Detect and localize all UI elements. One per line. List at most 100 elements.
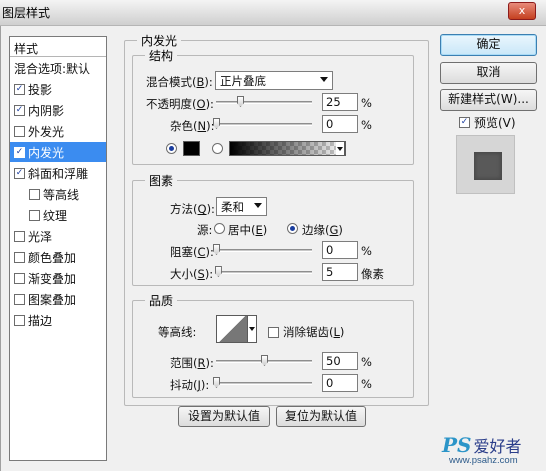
noise-label: 杂色(N):: [170, 119, 215, 133]
contour-dropdown-icon[interactable]: [248, 315, 257, 343]
choke-input[interactable]: 0: [322, 241, 358, 259]
opacity-input[interactable]: 25: [322, 93, 358, 111]
style-item-checkbox[interactable]: [14, 125, 25, 137]
preview-thumbnail: [474, 152, 502, 180]
style-item-label: 外发光: [28, 124, 65, 139]
watermark-url: www.psahz.com: [449, 455, 518, 466]
style-item[interactable]: 图案叠加: [10, 289, 106, 309]
style-item-label: 纹理: [43, 208, 68, 223]
chevron-down-icon: [320, 77, 328, 82]
method-label: 方法(Q):: [170, 202, 215, 216]
jitter-percent: %: [361, 377, 372, 391]
style-item-checkbox[interactable]: [14, 230, 25, 242]
style-item-checkbox[interactable]: ✓: [14, 167, 25, 179]
size-slider[interactable]: [216, 271, 312, 274]
source-center-radio[interactable]: [214, 223, 225, 234]
style-item-checkbox[interactable]: [29, 209, 40, 221]
cancel-button[interactable]: 取消: [440, 62, 537, 84]
source-label: 源:: [197, 223, 213, 237]
style-item[interactable]: 等高线: [10, 184, 106, 204]
styles-header[interactable]: 样式: [10, 37, 106, 57]
style-item-label: 描边: [28, 313, 53, 328]
range-percent: %: [361, 355, 372, 369]
style-item-label: 等高线: [43, 187, 80, 202]
noise-input[interactable]: 0: [322, 115, 358, 133]
opacity-label: 不透明度(O):: [146, 97, 214, 111]
style-item[interactable]: 描边: [10, 310, 106, 330]
gradient-picker[interactable]: [229, 141, 346, 156]
elements-title: 图素: [145, 172, 178, 189]
watermark-cn: 爱好者: [473, 437, 522, 456]
structure-title: 结构: [145, 47, 178, 64]
preview-option[interactable]: ✓ 预览(V): [459, 114, 516, 131]
set-default-button[interactable]: 设置为默认值: [178, 406, 270, 427]
new-style-button[interactable]: 新建样式(W)...: [440, 89, 537, 111]
style-item-label: 光泽: [28, 229, 53, 244]
style-item[interactable]: 颜色叠加: [10, 247, 106, 267]
style-item-checkbox[interactable]: ✓: [14, 146, 25, 158]
style-item-label: 斜面和浮雕: [28, 166, 89, 181]
opacity-slider[interactable]: [216, 101, 312, 104]
style-item[interactable]: ✓ 斜面和浮雕: [10, 163, 106, 183]
jitter-slider[interactable]: [216, 382, 312, 385]
style-item-checkbox[interactable]: [14, 314, 25, 326]
close-button[interactable]: x: [508, 2, 536, 20]
style-item[interactable]: ✓ 内阴影: [10, 100, 106, 120]
source-edge-label[interactable]: 边缘(G): [302, 222, 343, 238]
size-input[interactable]: 5: [322, 263, 358, 281]
style-item[interactable]: ✓ 内发光: [10, 142, 106, 162]
size-unit: 像素: [361, 267, 384, 281]
preview-label: 预览(V): [474, 116, 516, 130]
method-select[interactable]: 柔和: [216, 197, 267, 216]
choke-slider[interactable]: [216, 249, 312, 252]
title-bar: 图层样式 x: [0, 0, 546, 26]
style-item-label: 投影: [28, 82, 53, 97]
preview-checkbox[interactable]: ✓: [459, 117, 470, 128]
style-item-label: 颜色叠加: [28, 250, 77, 265]
style-item-checkbox[interactable]: [29, 188, 40, 200]
style-item-label: 渐变叠加: [28, 271, 77, 286]
style-item-checkbox[interactable]: [14, 272, 25, 284]
anti-alias-option[interactable]: 消除锯齿(L): [268, 324, 344, 340]
glow-color-swatch[interactable]: [183, 141, 200, 156]
blend-mode-label: 混合模式(B):: [146, 75, 213, 89]
styles-list: 样式 混合选项:默认 ✓ 投影 ✓ 内阴影 外发光 ✓ 内发光 ✓ 斜面和浮雕 等高线 纹理 光泽 颜色叠…: [9, 36, 107, 461]
color-radio[interactable]: [166, 143, 177, 154]
anti-alias-label: 消除锯齿(L): [283, 325, 345, 339]
style-item[interactable]: ✓ 投影: [10, 79, 106, 99]
style-item-label: 内发光: [28, 145, 65, 160]
style-item-checkbox[interactable]: ✓: [14, 104, 25, 116]
style-item-label: 图案叠加: [28, 292, 77, 307]
window-title: 图层样式: [2, 6, 51, 20]
noise-percent: %: [361, 118, 372, 132]
anti-alias-checkbox[interactable]: [268, 326, 279, 338]
style-item[interactable]: 外发光: [10, 121, 106, 141]
gradient-radio[interactable]: [212, 143, 223, 154]
watermark-logo: PS 爱好者: [442, 433, 522, 457]
noise-slider[interactable]: [216, 123, 312, 126]
choke-label: 阻塞(C):: [170, 245, 214, 259]
watermark-ps: PS: [442, 433, 472, 457]
ok-button[interactable]: 确定: [440, 34, 537, 56]
jitter-input[interactable]: 0: [322, 374, 358, 392]
chevron-down-icon: [254, 203, 262, 208]
contour-picker[interactable]: [216, 315, 248, 343]
source-center-label[interactable]: 居中(E): [228, 222, 267, 238]
choke-percent: %: [361, 244, 372, 258]
source-edge-radio[interactable]: [287, 223, 298, 234]
style-item-checkbox[interactable]: [14, 293, 25, 305]
jitter-label: 抖动(J):: [170, 378, 210, 392]
style-item[interactable]: 渐变叠加: [10, 268, 106, 288]
style-item-checkbox[interactable]: ✓: [14, 83, 25, 95]
style-preview: [456, 135, 515, 194]
reset-default-button[interactable]: 复位为默认值: [276, 406, 366, 427]
style-item-checkbox[interactable]: [14, 251, 25, 263]
range-input[interactable]: 50: [322, 352, 358, 370]
size-label: 大小(S):: [170, 267, 214, 281]
style-item[interactable]: 纹理: [10, 205, 106, 225]
style-item[interactable]: 光泽: [10, 226, 106, 246]
style-item-label: 混合选项:默认: [14, 61, 91, 76]
style-item[interactable]: 混合选项:默认: [10, 58, 106, 78]
blend-mode-select[interactable]: 正片叠底: [215, 71, 333, 90]
gradient-dropdown-icon[interactable]: [336, 141, 345, 156]
